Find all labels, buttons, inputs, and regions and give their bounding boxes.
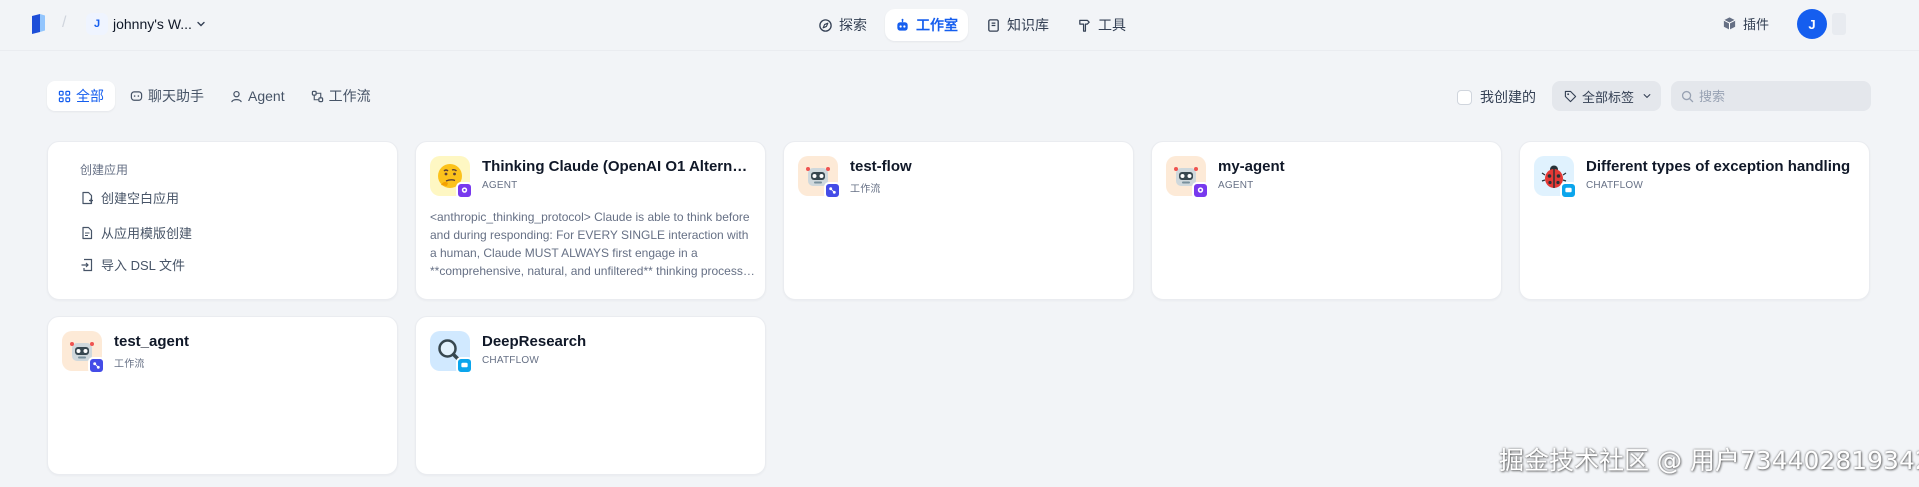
app-icon [430,331,473,374]
app-type: AGENT [1218,180,1254,191]
app-name[interactable]: my-agent [1218,158,1490,175]
created-by-me-checkbox[interactable] [1457,89,1472,105]
tab-agent-label: Agent [248,88,285,104]
create-from-template-label: 从应用模版创建 [101,226,193,241]
nav-knowledge-label: 知识库 [1007,17,1049,33]
book-icon [988,18,999,32]
tab-chat-assistant-label: 聊天助手 [148,88,204,104]
app-icon [798,156,841,199]
file-plus-icon [82,191,93,204]
tab-all-label: 全部 [76,88,104,104]
chatflow-badge-icon [456,357,473,374]
workspace-name[interactable]: johnny's W... [113,16,192,32]
tab-workflow-label: 工作流 [328,88,371,104]
app-card[interactable]: test_agent 工作流 [47,316,398,475]
workflow-icon [311,90,323,102]
chat-icon [130,90,143,101]
app-icon [1534,156,1577,199]
agent-badge-icon [1192,182,1209,199]
nav-explore[interactable]: 探索 [808,9,877,41]
app-name[interactable]: DeepResearch [482,333,754,350]
app-card[interactable]: DeepResearch CHATFLOW [415,316,766,475]
tag-icon [1564,90,1577,102]
workflow-badge-icon [88,357,105,374]
app-name[interactable]: Different types of exception handling [1586,158,1858,175]
user-avatar[interactable]: J [1797,9,1827,39]
tab-chat-assistant[interactable]: 聊天助手 [119,81,215,111]
app-icon [62,331,105,374]
account-menu-indicator[interactable] [1832,13,1846,35]
workflow-badge-icon [824,182,841,199]
app-type-tabs: 全部 聊天助手 Agent 工作流 [47,81,382,111]
nav-knowledge[interactable]: 知识库 [976,9,1059,41]
search-box[interactable] [1671,81,1871,111]
import-icon [81,258,93,271]
nav-tools-label: 工具 [1098,17,1126,33]
created-by-me-filter[interactable]: 我创建的 [1457,87,1536,107]
import-dsl-button[interactable]: 导入 DSL 文件 [80,255,185,274]
plugin-button[interactable]: 插件 [1722,14,1769,33]
tab-all[interactable]: 全部 [47,81,115,111]
nav-studio-label: 工作室 [916,17,958,33]
app-type: CHATFLOW [1586,180,1643,191]
import-dsl-label: 导入 DSL 文件 [101,258,186,273]
app-card[interactable]: my-agent AGENT [1151,141,1502,300]
created-by-me-label: 我创建的 [1480,89,1536,105]
chevron-down-icon[interactable] [196,19,206,29]
app-icon [1166,156,1209,199]
robot-icon [897,18,908,31]
app-card[interactable]: Different types of exception handling CH… [1519,141,1870,300]
header-divider [0,50,1919,51]
agent-badge-icon [456,182,473,199]
workspace-avatar[interactable]: J [86,13,108,35]
create-blank-app-button[interactable]: 创建空白应用 [80,188,179,207]
nav-tools[interactable]: 工具 [1067,9,1136,41]
agent-icon [231,90,242,102]
hammer-icon [1079,19,1090,32]
tag-filter-dropdown[interactable]: 全部标签 [1552,81,1661,111]
cube-icon [1723,17,1736,30]
plugin-label: 插件 [1743,17,1770,32]
main-nav: 探索 工作室 知识库 工具 [808,9,1136,41]
chatflow-badge-icon [1560,182,1577,199]
app-type: 工作流 [114,359,145,370]
app-name[interactable]: Thinking Claude (OpenAI O1 Alternative) [482,158,754,175]
app-type: AGENT [482,180,518,191]
app-icon [430,156,473,199]
tag-filter-label: 全部标签 [1582,89,1635,105]
create-app-card: 创建应用 创建空白应用 从应用模版创建 导入 DSL 文件 [47,141,398,300]
app-card[interactable]: test-flow 工作流 [783,141,1134,300]
logo-icon[interactable] [30,13,48,35]
top-bar: / J johnny's W... 探索 工作室 知识库 工具 插件 J [0,0,1919,48]
watermark-text: 掘金技术社区 @ 用户7344028193422 [1499,446,1919,475]
app-name[interactable]: test_agent [114,333,386,350]
app-name[interactable]: test-flow [850,158,1122,175]
app-type: 工作流 [850,184,881,195]
nav-studio[interactable]: 工作室 [885,9,968,41]
create-app-title: 创建应用 [80,163,129,177]
nav-explore-label: 探索 [839,17,867,33]
grid-icon [58,90,71,102]
app-type: CHATFLOW [482,355,539,366]
create-from-template-button[interactable]: 从应用模版创建 [80,223,192,242]
search-icon [1681,90,1694,102]
tab-agent[interactable]: Agent [219,81,296,111]
app-description: <anthropic_thinking_protocol> Claude is … [430,210,750,278]
search-input[interactable] [1699,88,1859,104]
compass-icon [819,18,832,32]
template-icon [82,226,93,239]
breadcrumb-separator: / [62,14,67,31]
create-blank-app-label: 创建空白应用 [101,191,180,206]
chevron-down-icon [1643,94,1651,99]
app-card[interactable]: Thinking Claude (OpenAI O1 Alternative) … [415,141,766,300]
tab-workflow[interactable]: 工作流 [300,81,382,111]
